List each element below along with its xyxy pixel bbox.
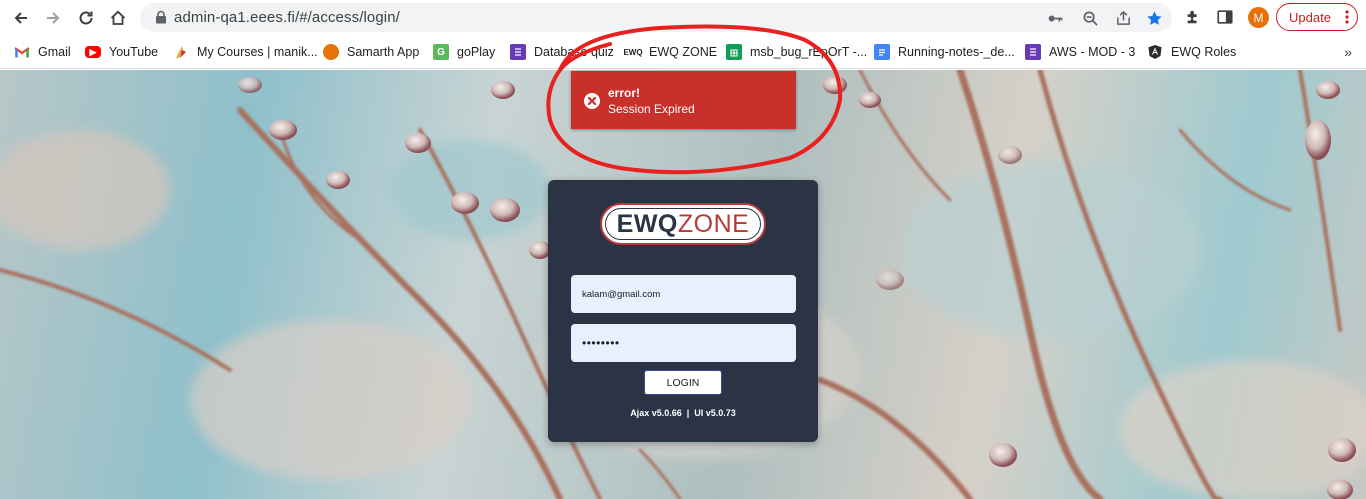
logo-text: EWQZONE — [616, 209, 750, 238]
bookmark-item[interactable]: Samarth App — [323, 43, 419, 61]
version-separator: | — [686, 408, 690, 418]
forward-button[interactable] — [40, 6, 66, 30]
error-x-icon — [584, 93, 600, 109]
bookmarks-bar: Gmail ▶ YouTube My Courses | manik... Sam… — [0, 36, 1366, 69]
reload-button[interactable] — [73, 6, 99, 30]
bookmark-item[interactable]: GgoPlay — [433, 43, 495, 61]
ewq-zone-logo: EWQZONE — [600, 203, 766, 245]
arrow-right-icon — [47, 12, 60, 24]
reload-icon — [79, 11, 93, 25]
lock-icon — [156, 10, 166, 24]
login-button[interactable]: LOGIN — [644, 370, 722, 395]
youtube-icon: ▶ — [85, 46, 101, 58]
extensions-icon[interactable] — [1183, 7, 1203, 27]
browser-toolbar: admin-qa1.eees.fi/#/access/login/ M Upda… — [0, 0, 1366, 36]
bookmark-item[interactable]: Gmail — [14, 43, 71, 61]
email-field[interactable] — [571, 275, 796, 313]
docs-icon — [874, 44, 890, 60]
share-icon[interactable] — [1114, 9, 1132, 27]
bookmark-item[interactable]: EWQ Roles — [1147, 43, 1236, 61]
update-label: Update — [1289, 9, 1331, 25]
back-button[interactable] — [8, 6, 34, 30]
zoom-icon[interactable] — [1081, 9, 1099, 27]
bookmark-star-icon[interactable] — [1145, 9, 1163, 27]
address-bar[interactable]: admin-qa1.eees.fi/#/access/login/ — [140, 3, 1172, 32]
bookmark-item[interactable]: AWS - MOD - 3 — [1025, 43, 1135, 61]
more-vert-icon — [1345, 10, 1349, 24]
bookmark-item[interactable]: Database quiz — [510, 43, 614, 61]
update-button[interactable]: Update — [1276, 3, 1358, 31]
toast-message: Session Expired — [608, 102, 695, 116]
arrow-left-icon — [14, 12, 27, 24]
profile-avatar[interactable]: M — [1248, 7, 1269, 28]
toast-title: error! — [608, 86, 641, 100]
error-toast[interactable]: error! Session Expired — [571, 71, 796, 129]
url-text: admin-qa1.eees.fi/#/access/login/ — [174, 9, 400, 26]
ewq-icon: EWQ — [623, 44, 643, 60]
password-field[interactable] — [571, 324, 796, 362]
ajax-version: Ajax v5.0.66 — [630, 408, 682, 418]
courses-icon — [173, 44, 189, 60]
bookmark-item[interactable]: msb_bug_rEpOrT -... — [726, 43, 867, 61]
version-info: Ajax v5.0.66 | UI v5.0.73 — [548, 408, 818, 418]
bookmark-item[interactable]: My Courses | manik... — [173, 43, 318, 61]
sheets-icon — [726, 44, 742, 60]
gmail-icon — [14, 44, 30, 60]
bookmark-item[interactable]: EWQ EWQ ZONE — [623, 43, 717, 61]
bookmark-item[interactable]: ▶ YouTube — [85, 43, 158, 61]
login-card: EWQZONE LOGIN Ajax v5.0.66 | UI v5.0.73 — [548, 180, 818, 442]
forms-icon — [510, 44, 526, 60]
home-button[interactable] — [105, 6, 131, 30]
samarth-icon — [323, 44, 339, 60]
goplay-icon: G — [433, 44, 449, 60]
ui-version: UI v5.0.73 — [694, 408, 736, 418]
side-panel-icon[interactable] — [1215, 7, 1235, 27]
home-icon — [110, 10, 126, 25]
angular-icon — [1147, 44, 1163, 60]
key-icon[interactable] — [1046, 9, 1064, 27]
more-bookmarks-icon[interactable]: » — [1344, 44, 1352, 60]
bookmark-item[interactable]: Running-notes-_de... — [874, 43, 1015, 61]
forms-icon — [1025, 44, 1041, 60]
